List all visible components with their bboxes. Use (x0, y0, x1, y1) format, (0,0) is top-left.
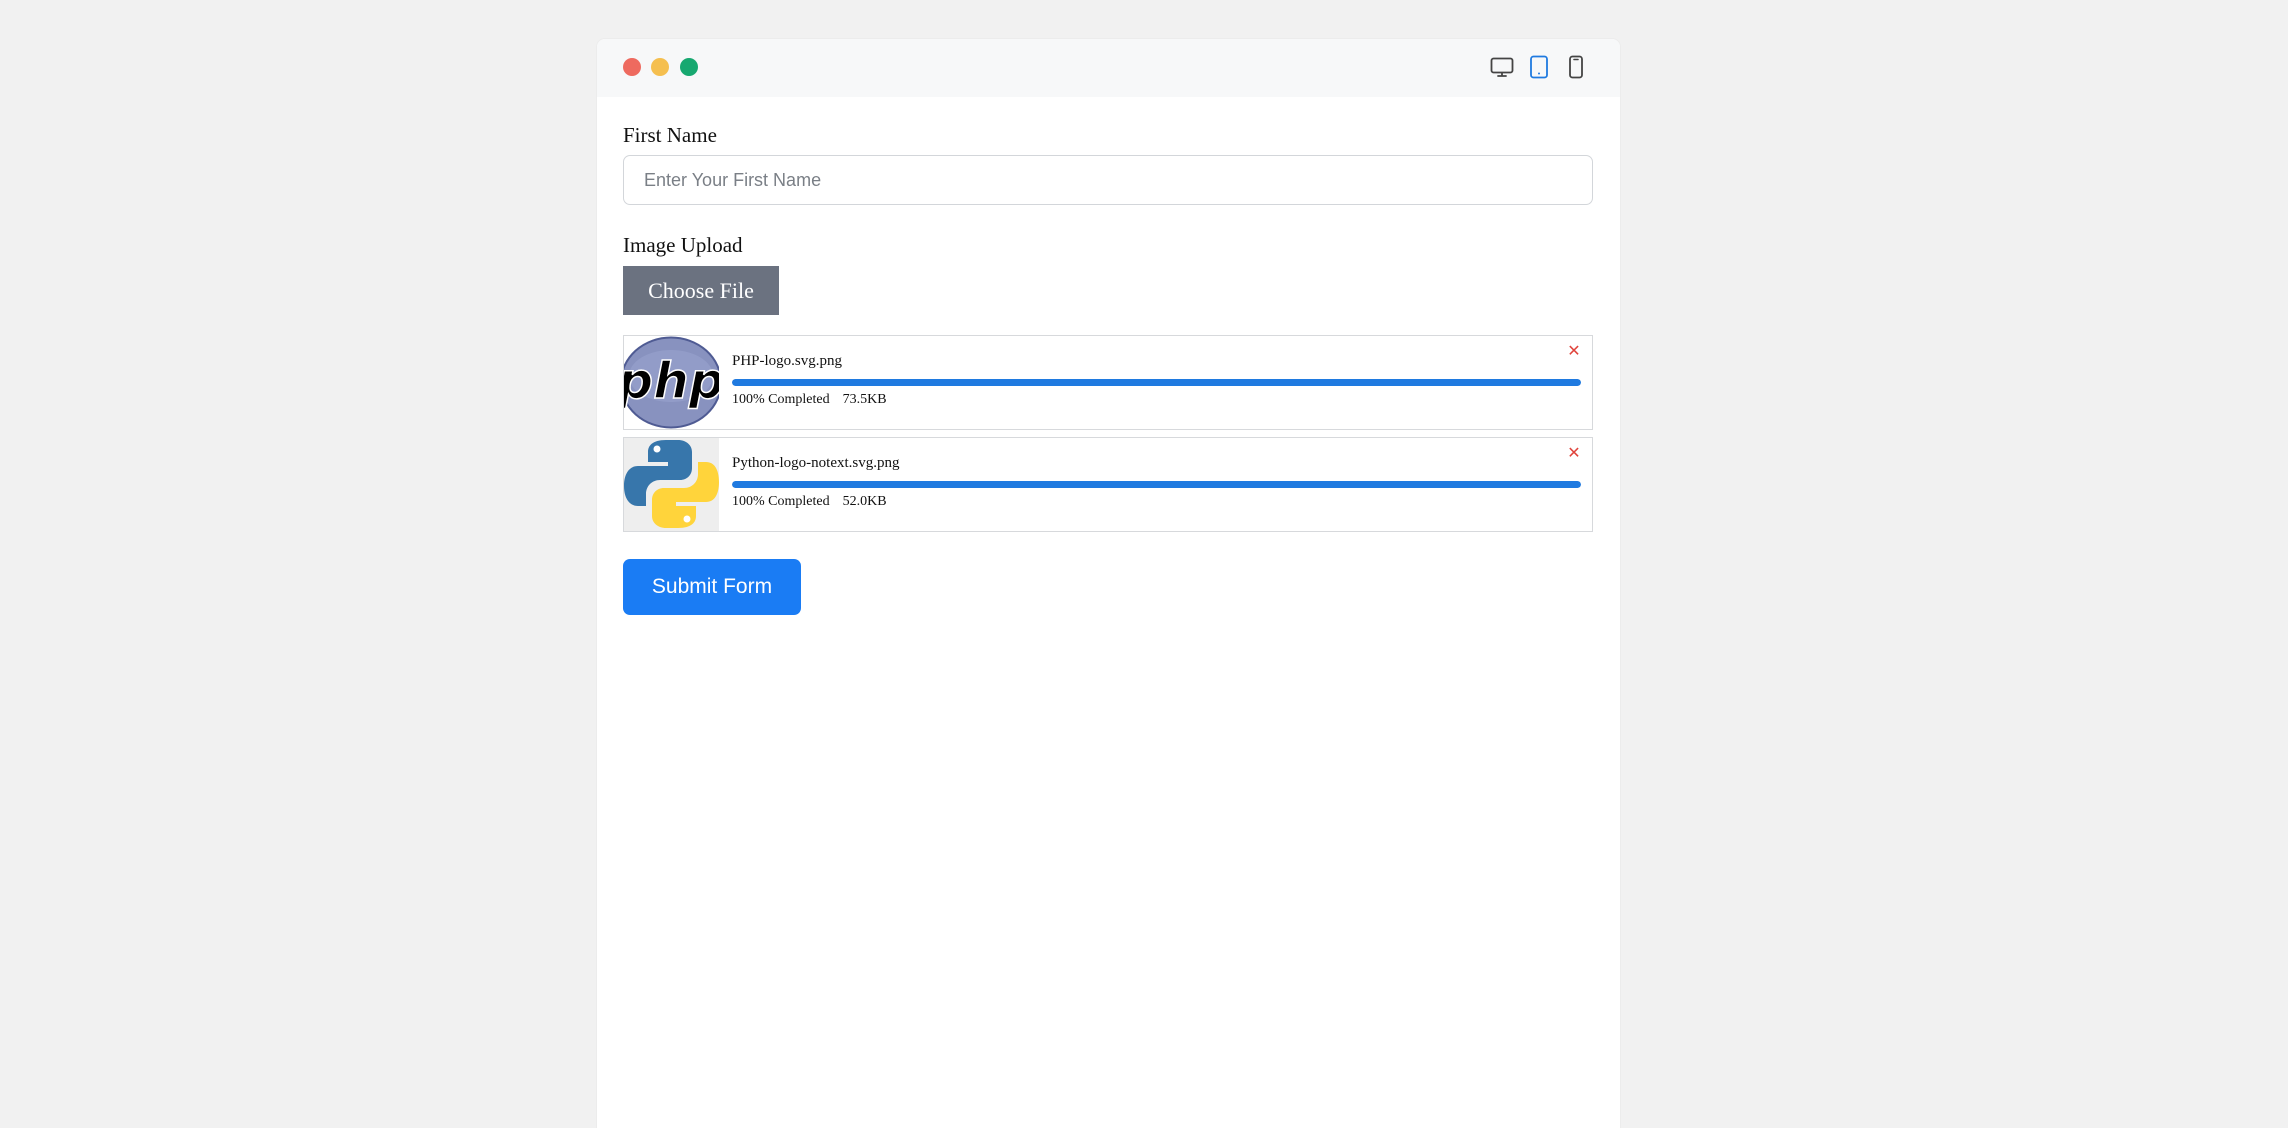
first-name-input[interactable] (623, 155, 1593, 205)
image-upload-label: Image Upload (623, 233, 743, 257)
file-meta: 100% Completed 73.5KB (732, 392, 887, 408)
python-logo-icon (624, 438, 719, 531)
file-size: 73.5KB (842, 392, 887, 407)
file-name: PHP-logo.svg.png (732, 353, 843, 369)
upload-progress-bar (732, 481, 1581, 488)
upload-progress-bar (732, 379, 1581, 386)
uploaded-file-item: php PHP-logo.svg.png 100% Completed 73.5K… (623, 335, 1593, 430)
uploaded-file-item: Python-logo-notext.svg.png 100% Complete… (623, 437, 1593, 532)
close-window-button[interactable] (623, 58, 641, 76)
tablet-icon[interactable] (1526, 54, 1552, 80)
file-meta: 100% Completed 52.0KB (732, 494, 887, 510)
svg-text:php: php (624, 352, 719, 410)
minimize-window-button[interactable] (651, 58, 669, 76)
upload-progress-fill (732, 481, 1581, 488)
close-icon[interactable]: ✕ (1565, 342, 1583, 360)
upload-status: 100% Completed (732, 392, 830, 407)
window-titlebar (597, 39, 1620, 97)
file-name: Python-logo-notext.svg.png (732, 455, 900, 471)
file-size: 52.0KB (842, 494, 887, 509)
php-logo-icon: php (624, 336, 719, 429)
submit-form-button[interactable]: Submit Form (623, 559, 801, 615)
upload-progress-fill (732, 379, 1581, 386)
desktop-icon[interactable] (1489, 54, 1515, 80)
mobile-icon[interactable] (1563, 54, 1589, 80)
upload-status: 100% Completed (732, 494, 830, 509)
choose-file-button[interactable]: Choose File (623, 266, 779, 315)
browser-window: First Name Image Upload Choose File php … (597, 39, 1620, 1128)
maximize-window-button[interactable] (680, 58, 698, 76)
close-icon[interactable]: ✕ (1565, 444, 1583, 462)
first-name-label: First Name (623, 123, 717, 147)
